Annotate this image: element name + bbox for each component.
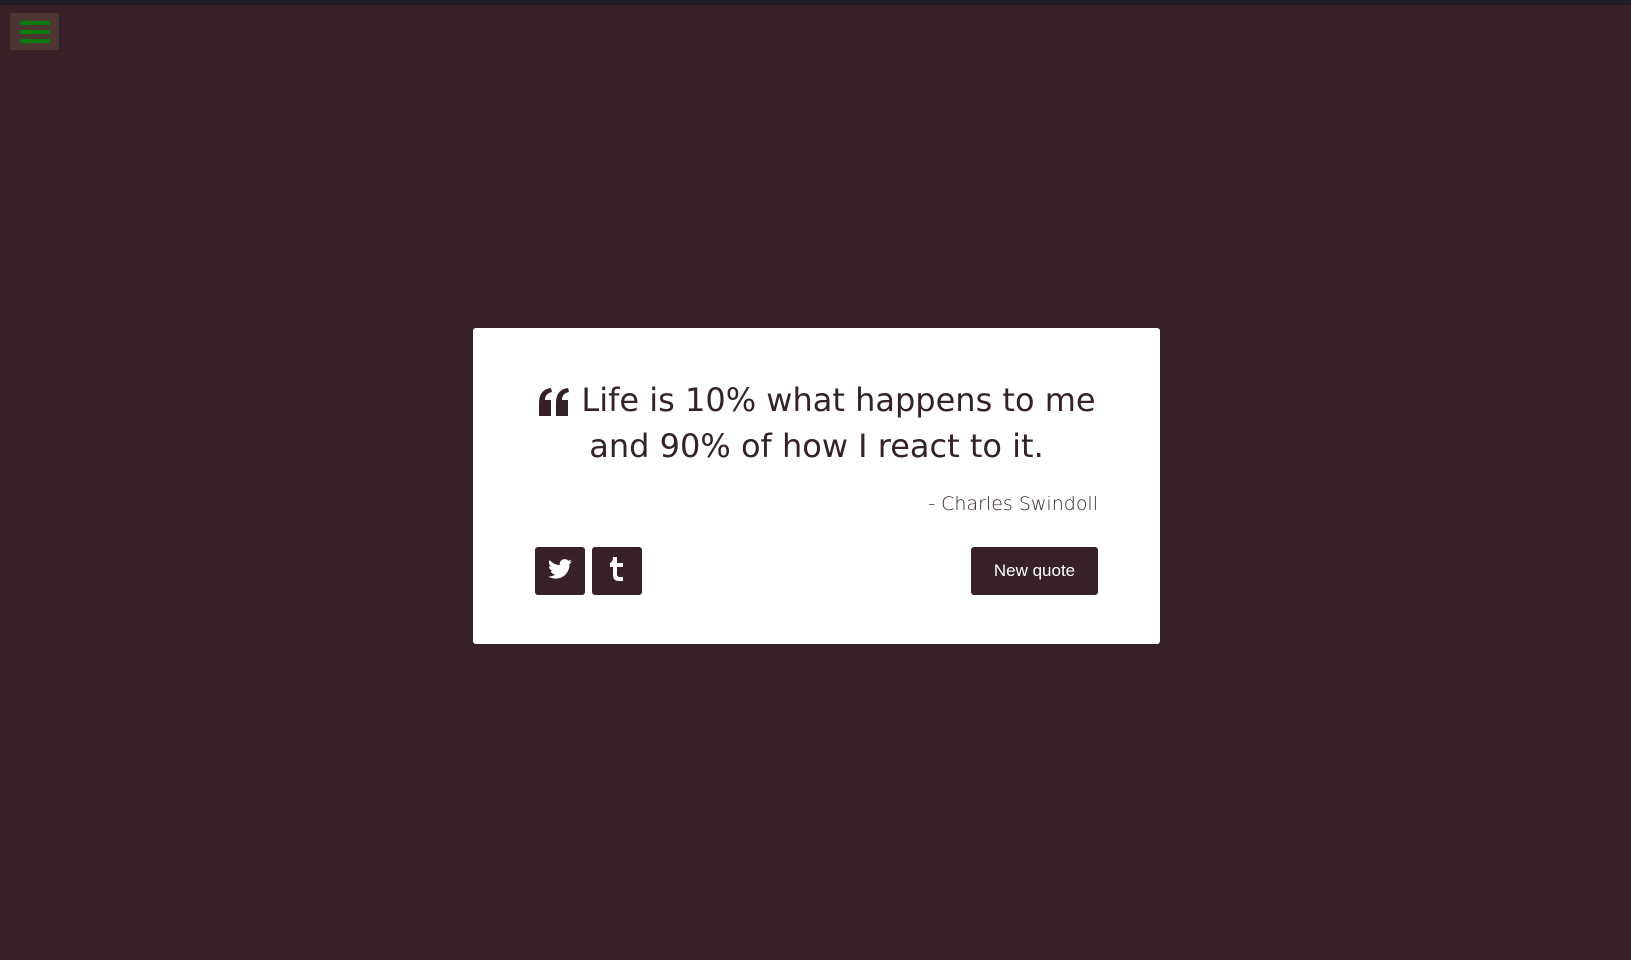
top-strip [0,0,1631,5]
quote-text-block: Life is 10% what happens to me and 90% o… [535,380,1098,467]
menu-bar [19,38,50,43]
social-buttons [535,547,642,595]
hamburger-menu-button[interactable] [10,13,59,50]
quote-left-icon [537,385,571,426]
quote-box: Life is 10% what happens to me and 90% o… [473,328,1160,644]
quote-text: Life is 10% what happens to me and 90% o… [581,381,1096,465]
twitter-icon [548,559,572,583]
actions-row: New quote [535,547,1098,595]
new-quote-button[interactable]: New quote [971,547,1098,595]
menu-bar [19,29,50,34]
tweet-button[interactable] [535,547,585,595]
menu-bar [19,20,50,25]
tumblr-icon [609,557,625,585]
quote-author: - Charles Swindoll [928,493,1098,515]
tumblr-button[interactable] [592,547,642,595]
